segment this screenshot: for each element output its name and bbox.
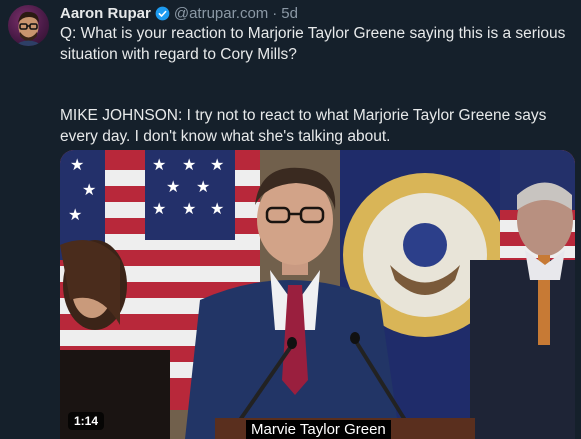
svg-text:★: ★ [196,179,210,196]
author-name[interactable]: Aaron Rupar [60,5,151,22]
svg-text:★: ★ [70,157,84,174]
svg-text:★: ★ [82,182,96,199]
svg-text:★: ★ [182,157,196,174]
svg-text:★: ★ [152,157,166,174]
svg-text:★: ★ [210,157,224,174]
svg-text:★: ★ [182,201,196,218]
svg-text:★: ★ [152,201,166,218]
svg-text:★: ★ [68,207,82,224]
tweet-paragraph-question: Q: What is your reaction to Marjorie Tay… [60,25,566,63]
separator-dot: · [272,4,278,22]
svg-text:★: ★ [166,179,180,196]
video-frame: ★ ★ ★ ★ ★ ★ ★ ★ ★ ★ ★ [60,150,575,439]
svg-text:★: ★ [210,201,224,218]
timestamp[interactable]: 5d [281,5,298,22]
video-player[interactable]: ★ ★ ★ ★ ★ ★ ★ ★ ★ ★ ★ 1:14 Marvie Taylor… [60,150,575,439]
avatar-illustration [14,11,43,46]
author-handle[interactable]: @atrupar.com [174,5,268,22]
tweet-body: Q: What is your reaction to Marjorie Tay… [60,24,575,147]
video-duration-badge: 1:14 [68,412,105,430]
verified-badge-icon [155,6,170,21]
video-caption: Marvie Taylor Green [246,420,391,439]
avatar[interactable] [8,5,49,46]
tweet-paragraph-answer: MIKE JOHNSON: I try not to react to what… [60,107,547,145]
tweet-header: Aaron Rupar @atrupar.com · 5d [60,3,298,23]
